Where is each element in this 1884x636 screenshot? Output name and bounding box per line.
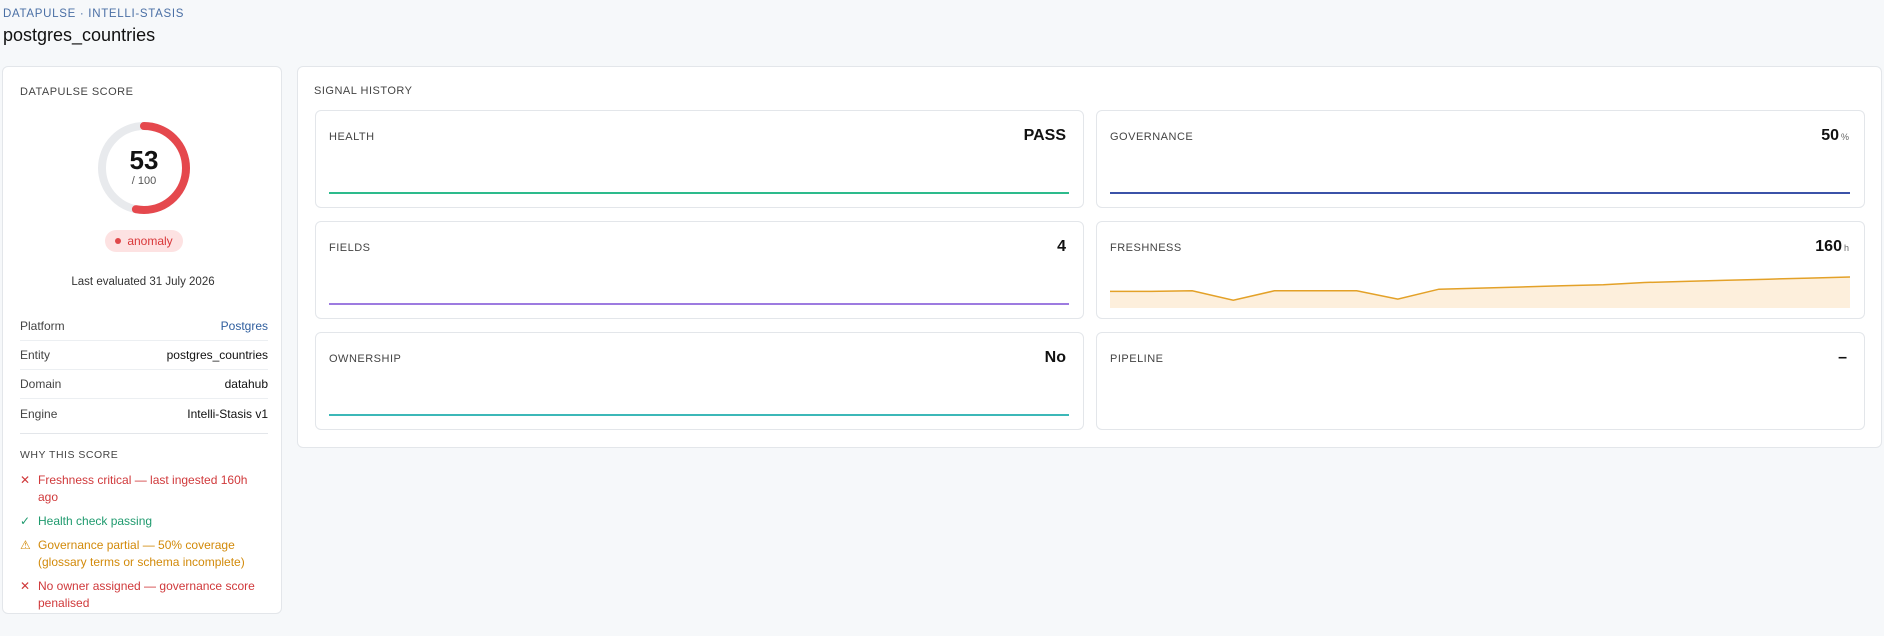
tile-unit: h xyxy=(1843,243,1849,253)
signal-history-card: SIGNAL HISTORY HEALTH PASS GOVERNANCE 50… xyxy=(297,66,1882,448)
reason-text: Freshness critical — last ingested 160h … xyxy=(38,473,248,504)
last-evaluated: Last evaluated 31 July 2026 xyxy=(71,276,215,288)
tile-value-text: No xyxy=(1044,349,1066,366)
meta-row-domain: Domain datahub xyxy=(20,370,268,399)
meta-value: postgres_countries xyxy=(166,348,268,362)
meta-list: Platform Postgres Entity postgres_countr… xyxy=(20,312,268,428)
score-value: 53 xyxy=(129,145,159,175)
reason-item: ✕ No owner assigned — governance score p… xyxy=(20,578,270,612)
tile-value: 4 xyxy=(1057,238,1068,256)
tile-value-text: 50 xyxy=(1821,127,1839,144)
warning-icon: ⚠ xyxy=(20,538,31,552)
status-text: anomaly xyxy=(127,234,173,248)
score-card: DATAPULSE SCORE 53 / 100 anomaly Last ev… xyxy=(2,66,282,614)
tile-value: 50% xyxy=(1821,127,1849,145)
tile-value: 160 h xyxy=(1815,238,1849,256)
score-gauge: 53 / 100 xyxy=(96,120,192,216)
reason-text: No owner assigned — governance score pen… xyxy=(38,579,255,610)
governance-sparkline xyxy=(1110,192,1850,194)
tile-health[interactable]: HEALTH PASS xyxy=(315,110,1084,208)
tile-value: – xyxy=(1838,349,1849,367)
reasons-list: ✕ Freshness critical — last ingested 160… xyxy=(20,472,270,619)
freshness-sparkline xyxy=(1110,276,1850,308)
reason-item: ✓ Health check passing xyxy=(20,513,270,530)
score-label: DATAPULSE SCORE xyxy=(20,86,134,98)
gauge-text: 53 / 100 xyxy=(96,120,192,216)
reason-item: ✕ Freshness critical — last ingested 160… xyxy=(20,472,270,506)
why-label: WHY THIS SCORE xyxy=(20,449,119,461)
tile-value: No xyxy=(1045,349,1068,367)
freshness-area xyxy=(1110,277,1850,308)
tile-value-text: – xyxy=(1838,349,1847,366)
status-badge: anomaly xyxy=(105,230,183,252)
tile-freshness[interactable]: FRESHNESS 160 h xyxy=(1096,221,1865,319)
meta-row-engine: Engine Intelli-Stasis v1 xyxy=(20,399,268,428)
page-title: postgres_countries xyxy=(3,25,156,45)
reason-text: Governance partial — 50% coverage (gloss… xyxy=(38,538,245,569)
page-header: DATAPULSE · INTELLI-STASIS postgres_coun… xyxy=(3,8,184,46)
platform-link[interactable]: Postgres xyxy=(221,319,268,333)
tile-name: FRESHNESS xyxy=(1110,242,1182,254)
reason-text: Health check passing xyxy=(38,514,153,528)
meta-value: datahub xyxy=(224,377,268,391)
tile-name: PIPELINE xyxy=(1110,353,1164,365)
tile-ownership[interactable]: OWNERSHIP No xyxy=(315,332,1084,430)
tile-value-text: PASS xyxy=(1023,127,1066,144)
divider xyxy=(20,433,268,434)
cross-icon: ✕ xyxy=(20,579,31,593)
tile-pipeline[interactable]: PIPELINE – xyxy=(1096,332,1865,430)
meta-key: Engine xyxy=(20,406,58,421)
cross-icon: ✕ xyxy=(20,473,31,487)
tile-name: GOVERNANCE xyxy=(1110,131,1194,143)
check-icon: ✓ xyxy=(20,514,31,528)
fields-sparkline xyxy=(329,303,1069,305)
tile-name: HEALTH xyxy=(329,131,375,143)
health-sparkline xyxy=(329,192,1069,194)
tile-value-text: 4 xyxy=(1057,238,1066,255)
breadcrumb[interactable]: DATAPULSE · INTELLI-STASIS xyxy=(3,8,184,20)
ownership-sparkline xyxy=(329,414,1069,416)
tile-name: OWNERSHIP xyxy=(329,353,402,365)
signal-history-label: SIGNAL HISTORY xyxy=(314,85,413,97)
meta-key: Platform xyxy=(20,319,65,333)
tile-fields[interactable]: FIELDS 4 xyxy=(315,221,1084,319)
reason-item: ⚠ Governance partial — 50% coverage (glo… xyxy=(20,537,270,571)
meta-value: Intelli-Stasis v1 xyxy=(187,406,268,421)
meta-key: Entity xyxy=(20,348,51,362)
meta-key: Domain xyxy=(20,377,62,391)
meta-row-platform: Platform Postgres xyxy=(20,312,268,341)
tile-name: FIELDS xyxy=(329,242,371,254)
tile-value-text: 160 xyxy=(1815,238,1842,255)
score-max: / 100 xyxy=(131,175,157,187)
tile-value: PASS xyxy=(1024,127,1068,145)
tile-governance[interactable]: GOVERNANCE 50% xyxy=(1096,110,1865,208)
tile-unit: % xyxy=(1840,132,1849,142)
meta-row-entity: Entity postgres_countries xyxy=(20,341,268,370)
status-dot-icon xyxy=(115,238,122,244)
